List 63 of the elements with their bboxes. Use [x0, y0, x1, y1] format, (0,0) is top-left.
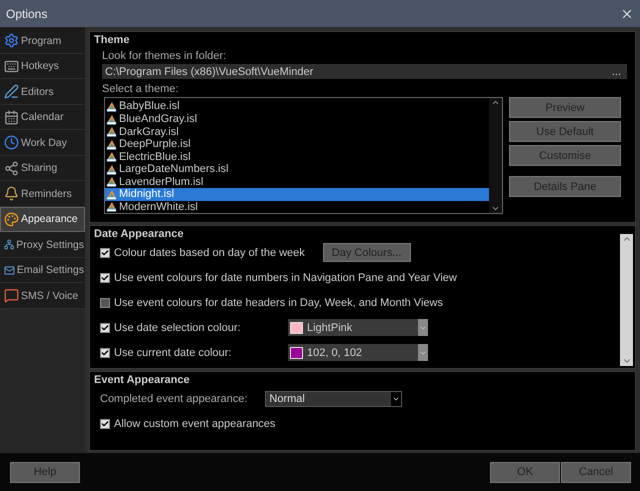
window-title: Options [6, 6, 48, 21]
theme-file-icon [106, 188, 117, 200]
option-label: Use date selection colour: [114, 322, 242, 334]
theme-list-item[interactable]: BlueAndGray.isl [105, 112, 489, 126]
theme-file-icon [106, 114, 117, 125]
scrollbar[interactable] [489, 98, 502, 214]
sidebar-item[interactable]: Sharing [0, 156, 85, 182]
sidebar-item[interactable]: Program [0, 28, 85, 54]
option-label: Use current date colour: [114, 346, 232, 359]
option-label: Colour dates based on day of the week [114, 246, 305, 259]
sidebar-item[interactable]: Email Settings [0, 258, 85, 284]
folder-field[interactable]: C:\Program Files (x86)\VueSoft\VueMinder ... [102, 64, 627, 80]
keyboard-icon [4, 58, 19, 74]
sidebar-item[interactable]: Hotkeys [0, 54, 85, 80]
option-label: Use event colours for date headers in Day, Week, and Month Views [114, 296, 443, 309]
theme-list-item[interactable]: ModernWhite.isl [105, 200, 489, 214]
sidebar-item[interactable]: Calendar [0, 104, 85, 130]
field-label: Completed event appearance: [100, 392, 248, 405]
checkbox[interactable] [100, 348, 110, 358]
theme-list-item[interactable]: LavenderPlum.isl [105, 176, 489, 188]
theme-list-item[interactable]: LargeDateNumbers.isl [105, 162, 489, 176]
option-label: Allow custom event appearances [114, 418, 276, 430]
theme-file-icon [106, 100, 117, 112]
chat-icon [4, 288, 19, 304]
checkbox[interactable] [100, 322, 110, 333]
checkbox[interactable] [100, 248, 110, 258]
settings-icon [4, 33, 19, 48]
theme-file-icon [106, 138, 117, 150]
option-label: Use event colours for date numbers in Navigation Pane and Year View [114, 272, 457, 284]
field-label: Select a theme: [102, 83, 180, 96]
pen-icon [4, 84, 19, 100]
theme-file-icon [106, 164, 117, 175]
palette-icon [4, 212, 19, 227]
completed-dropdown[interactable]: Normal [265, 390, 402, 407]
sidebar-item[interactable]: Work Day [0, 130, 85, 156]
colour-dropdown[interactable]: 102, 0, 102 [288, 344, 428, 362]
theme-file-icon [106, 176, 117, 188]
section-title: Theme [94, 34, 130, 46]
theme-list-item[interactable]: DarkGray.isl [105, 125, 489, 138]
theme-list-item[interactable]: BabyBlue.isl [105, 100, 489, 113]
sidebar-item[interactable]: Proxy Settings [0, 232, 85, 258]
scrollbar[interactable] [620, 234, 633, 366]
section-title: Date Appearance [94, 228, 184, 240]
sidebar-item[interactable]: Editors [0, 79, 85, 105]
checkbox[interactable] [100, 272, 110, 283]
checkbox[interactable] [100, 298, 110, 308]
field-label: Look for themes in folder: [102, 50, 228, 62]
theme-list-item[interactable]: DeepPurple.isl [105, 138, 489, 150]
theme-list-item[interactable]: ElectricBlue.isl [105, 150, 489, 163]
section-title: Event Appearance [94, 374, 190, 386]
share-icon [4, 160, 19, 176]
checkbox[interactable] [100, 418, 110, 429]
theme-file-icon [106, 126, 117, 138]
sidebar-item[interactable]: SMS / Voice [0, 283, 85, 309]
bell-icon [4, 186, 19, 202]
theme-file-icon [106, 151, 117, 162]
theme-list-item[interactable]: Midnight.isl [105, 188, 489, 201]
colour-dropdown[interactable]: LightPink [288, 319, 428, 336]
calendar-icon [4, 110, 19, 125]
theme-file-icon [106, 201, 117, 212]
sidebar-item[interactable]: Reminders [0, 181, 85, 207]
clock-icon [4, 135, 19, 150]
sidebar-item[interactable]: Appearance [0, 206, 85, 232]
